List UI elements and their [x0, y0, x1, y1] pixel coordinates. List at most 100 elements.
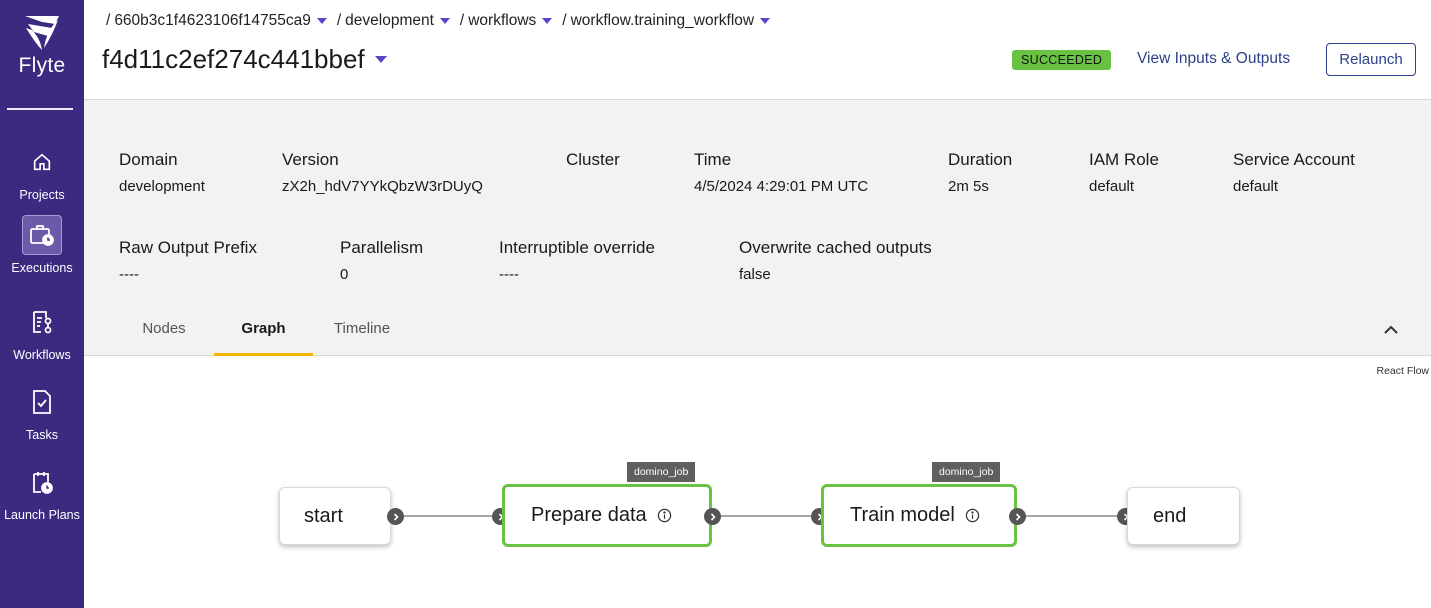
detail-value: development: [119, 178, 205, 195]
node-label: start: [304, 504, 343, 527]
detail-service-account: Service Account default: [1233, 150, 1355, 195]
tab-timeline[interactable]: Timeline: [322, 316, 402, 356]
breadcrumb-domain[interactable]: development: [345, 12, 456, 30]
view-inputs-outputs-link[interactable]: View Inputs & Outputs: [1137, 50, 1290, 68]
info-icon[interactable]: [965, 508, 980, 523]
page-title: f4d11c2ef274c441bbef: [102, 44, 365, 74]
node-output-handle[interactable]: [387, 508, 404, 525]
breadcrumb-workflow[interactable]: workflow.training_workflow: [571, 12, 777, 30]
detail-label: Version: [282, 150, 339, 169]
node-output-handle[interactable]: [704, 508, 721, 525]
execution-details-panel: Domain development Version zX2h_hdV7YYkQ…: [84, 100, 1431, 356]
breadcrumb-label: development: [345, 12, 434, 29]
status-badge: SUCCEEDED: [1012, 50, 1112, 70]
collapse-details-button[interactable]: [1381, 320, 1401, 340]
graph-node-prepare-data[interactable]: Prepare data: [502, 484, 712, 547]
detail-value: ----: [499, 266, 519, 283]
sidebar-item-label: Launch Plans: [4, 508, 80, 522]
detail-label: Duration: [948, 150, 1013, 169]
execution-id-selector[interactable]: f4d11c2ef274c441bbef: [102, 44, 393, 75]
detail-label: Domain: [119, 150, 178, 169]
detail-value: 0: [340, 266, 349, 283]
breadcrumb: / 660b3c1f4623106f14755ca9 / development…: [102, 12, 776, 30]
sidebar-item-label: Workflows: [13, 348, 71, 362]
tab-nodes[interactable]: Nodes: [124, 316, 204, 356]
detail-duration: Duration 2m 5s: [948, 150, 1012, 195]
detail-value: zX2h_hdV7YYkQbzW3rDUyQ: [282, 178, 483, 195]
breadcrumb-label: workflows: [468, 12, 537, 29]
info-icon[interactable]: [657, 508, 672, 523]
caret-down-icon: [374, 56, 387, 63]
executions-icon: [22, 215, 62, 255]
caret-down-icon: [542, 18, 553, 24]
node-output-handle[interactable]: [1009, 508, 1026, 525]
detail-parallelism: Parallelism 0: [340, 238, 423, 283]
breadcrumb-label: 660b3c1f4623106f14755ca9: [114, 12, 311, 29]
detail-value: false: [739, 266, 771, 283]
logo-divider: [7, 108, 73, 110]
tab-graph[interactable]: Graph: [214, 316, 313, 356]
graph-edges: [396, 515, 1125, 517]
graph-node-end[interactable]: end: [1127, 487, 1240, 545]
breadcrumb-project[interactable]: 660b3c1f4623106f14755ca9: [114, 12, 333, 30]
logo-text: Flyte: [18, 54, 66, 77]
detail-value: default: [1233, 178, 1279, 195]
chevron-up-icon: [1384, 325, 1398, 334]
node-label: end: [1153, 504, 1187, 527]
workflow-graph: React Flow start domino_job Prepare data…: [84, 356, 1431, 608]
breadcrumb-separator: /: [562, 12, 567, 29]
caret-down-icon: [439, 18, 450, 24]
graph-node-start[interactable]: start: [279, 487, 391, 545]
sidebar-item-label: Tasks: [26, 428, 58, 442]
detail-domain: Domain development: [119, 150, 205, 195]
detail-value: default: [1089, 178, 1135, 195]
launch-plans-icon: [22, 462, 62, 502]
tasks-icon: [22, 382, 62, 422]
detail-raw-output-prefix: Raw Output Prefix ----: [119, 238, 257, 283]
node-label: Prepare data: [531, 504, 647, 526]
graph-node-train-model[interactable]: Train model: [821, 484, 1017, 547]
node-tag: domino_job: [932, 462, 1001, 482]
sidebar: Flyte Projects Executions Workflows Task…: [0, 0, 84, 608]
detail-version: Version zX2h_hdV7YYkQbzW3rDUyQ: [282, 150, 483, 195]
sidebar-item-launch-plans[interactable]: Launch Plans: [0, 462, 84, 522]
caret-down-icon: [316, 18, 327, 24]
sidebar-item-label: Projects: [19, 188, 65, 202]
relaunch-button[interactable]: Relaunch: [1326, 43, 1416, 76]
breadcrumb-label: workflow.training_workflow: [570, 12, 755, 29]
sidebar-item-executions[interactable]: Executions: [0, 215, 84, 275]
detail-label: Overwrite cached outputs: [739, 238, 932, 257]
detail-interruptible-override: Interruptible override ----: [499, 238, 655, 283]
execution-header: / 660b3c1f4623106f14755ca9 / development…: [84, 0, 1431, 100]
flyte-logo-icon: [25, 16, 59, 50]
detail-label: Service Account: [1233, 150, 1355, 169]
breadcrumb-separator: /: [106, 12, 111, 29]
breadcrumb-workflows[interactable]: workflows: [468, 12, 558, 30]
node-tag: domino_job: [627, 462, 696, 482]
sidebar-item-label: Executions: [11, 261, 73, 275]
node-label: Train model: [850, 504, 955, 526]
home-icon: [22, 142, 62, 182]
sidebar-item-workflows[interactable]: Workflows: [0, 302, 84, 362]
breadcrumb-separator: /: [336, 12, 342, 29]
detail-label: Parallelism: [340, 238, 424, 257]
detail-label: Time: [694, 150, 732, 169]
detail-iam-role: IAM Role default: [1089, 150, 1159, 195]
detail-cluster: Cluster: [566, 150, 620, 178]
detail-label: Raw Output Prefix: [119, 238, 257, 257]
caret-down-icon: [760, 18, 771, 24]
flyte-logo[interactable]: Flyte: [0, 14, 84, 78]
detail-value: 4/5/2024 4:29:01 PM UTC: [694, 178, 869, 195]
sidebar-item-projects[interactable]: Projects: [0, 142, 84, 202]
detail-label: IAM Role: [1089, 150, 1159, 169]
detail-time: Time 4/5/2024 4:29:01 PM UTC: [694, 150, 868, 195]
chevron-right-icon: [1015, 512, 1021, 521]
chevron-right-icon: [393, 512, 399, 521]
detail-label: Interruptible override: [499, 238, 655, 257]
workflows-icon: [22, 302, 62, 342]
breadcrumb-separator: /: [459, 12, 465, 29]
detail-overwrite-cached-outputs: Overwrite cached outputs false: [739, 238, 932, 283]
detail-value: 2m 5s: [948, 178, 989, 195]
sidebar-item-tasks[interactable]: Tasks: [0, 382, 84, 442]
chevron-right-icon: [710, 512, 716, 521]
